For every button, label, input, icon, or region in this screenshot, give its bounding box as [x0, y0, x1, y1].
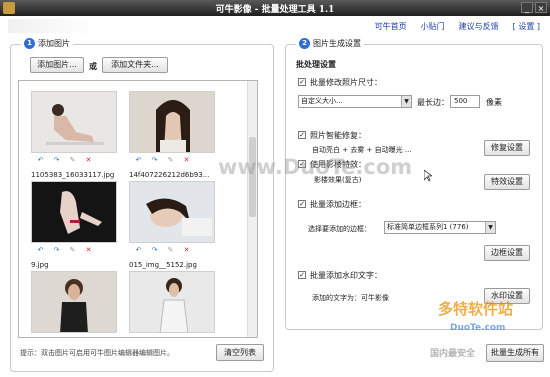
duote-watermark: www.DuoTe.com	[218, 155, 413, 179]
woman-sitting-photo-icon	[31, 91, 117, 153]
resize-mode-value: 自定义大小...	[301, 97, 343, 105]
delete-icon[interactable]: ✕	[183, 247, 190, 254]
add-frame-label: 批量添加边框：	[310, 200, 366, 209]
delete-icon[interactable]: ✕	[85, 247, 92, 254]
rotate-right-icon[interactable]: ↷	[151, 157, 158, 164]
smart-repair-desc: 自动亮白 + 去雾 + 自动曝光 ...	[312, 146, 412, 154]
panel-title-add-pictures: 添加图片	[38, 39, 70, 48]
long-edge-label: 最长边：	[417, 98, 449, 107]
long-edge-input[interactable]: 500	[450, 95, 480, 108]
top-links: 可牛首页 小贴门 建议与反馈 [ 设置 ]	[375, 21, 540, 32]
chevron-down-icon: ▼	[485, 222, 495, 233]
footer-watermark: 国内最安全	[430, 349, 476, 359]
thumbnail-tools: ↶ ↷ ✎ ✕	[135, 157, 190, 164]
resize-mode-select[interactable]: 自定义大小... ▼	[298, 95, 412, 108]
rotate-right-icon[interactable]: ↷	[53, 157, 60, 164]
thumbnail-filename: 14f407226212d6b93...	[129, 171, 210, 179]
repair-settings-button[interactable]: 修复设置	[484, 140, 530, 156]
thumbnail-grid: ↶ ↷ ✎ ✕ 1105383_16033117.jpg ↶ ↷ ✎ ✕ 14f…	[18, 80, 258, 338]
woman-posing-photo-icon	[129, 271, 215, 333]
thumbnail-tools: ↶ ↷ ✎ ✕	[37, 157, 92, 164]
rotate-left-icon[interactable]: ↶	[37, 157, 44, 164]
smart-repair-checkbox[interactable]: ✓	[298, 131, 306, 139]
link-tips[interactable]: 小贴门	[421, 21, 445, 32]
add-frame-checkbox[interactable]: ✓	[298, 200, 306, 208]
panel-header-1: 1 添加图片	[21, 38, 73, 49]
edit-icon[interactable]: ✎	[69, 157, 76, 164]
add-folder-button[interactable]: 添加文件夹...	[102, 57, 168, 73]
edit-icon[interactable]: ✎	[69, 247, 76, 254]
clear-list-button[interactable]: 清空列表	[216, 344, 264, 361]
woman-standing-photo-icon	[31, 271, 117, 333]
duote-logo-url: DuoTe.com	[450, 323, 506, 333]
delete-icon[interactable]: ✕	[85, 157, 92, 164]
rotate-left-icon[interactable]: ↶	[135, 157, 142, 164]
frame-select[interactable]: 标准简单边框系列1 (776) ▼	[384, 221, 496, 234]
smart-repair-label: 照片智能修复：	[310, 131, 366, 140]
watermark-text-label: 添加的文字为：可牛影像	[312, 294, 389, 302]
edit-icon[interactable]: ✎	[167, 247, 174, 254]
hint-text: 提示：双击图片可启用可牛图片编辑器编辑图片。	[20, 349, 174, 357]
blurred-logo-area	[8, 19, 98, 33]
window-title: 可牛影像 - 批量处理工具 1.1	[215, 5, 335, 15]
edit-icon[interactable]: ✎	[167, 157, 174, 164]
rotate-right-icon[interactable]: ↷	[53, 247, 60, 254]
pixel-unit-label: 像素	[486, 98, 502, 107]
hand-dark-photo-icon	[31, 181, 117, 243]
thumbnail-filename: 015_img__5152.jpg	[129, 261, 197, 269]
resize-label: 批量修改照片尺寸：	[310, 78, 382, 87]
woman-lying-photo-icon	[129, 181, 215, 243]
batch-settings-heading: 批处理设置	[296, 60, 336, 69]
thumbnail-filename: 1105383_16033117.jpg	[31, 171, 115, 179]
or-label: 或	[89, 62, 97, 71]
add-pictures-button[interactable]: 添加图片...	[30, 57, 84, 73]
cursor-icon	[424, 170, 432, 182]
link-home[interactable]: 可牛首页	[375, 21, 407, 32]
thumbnail-tools: ↶ ↷ ✎ ✕	[135, 247, 190, 254]
thumbnail-scrollbar[interactable]	[247, 81, 257, 337]
duote-logo-text: 多特软件站	[438, 300, 514, 318]
link-settings[interactable]: [ 设置 ]	[513, 21, 540, 32]
watermark-label: 批量添加水印文字：	[310, 271, 382, 280]
resize-checkbox[interactable]: ✓	[298, 78, 306, 86]
batch-generate-button[interactable]: 批量生成所有	[486, 344, 544, 362]
step-number-1: 1	[24, 38, 35, 49]
title-bar: 可牛影像 - 批量处理工具 1.1 _ ×	[0, 0, 550, 16]
woman-portrait-photo-icon	[129, 91, 215, 153]
rotate-left-icon[interactable]: ↶	[135, 247, 142, 254]
thumbnail-tools: ↶ ↷ ✎ ✕	[37, 247, 92, 254]
link-feedback[interactable]: 建议与反馈	[459, 21, 499, 32]
step-number-2: 2	[299, 38, 310, 49]
frame-settings-button[interactable]: 边框设置	[484, 245, 530, 261]
panel-header-2: 2 图片生成设置	[296, 38, 364, 49]
minimize-button[interactable]: _	[521, 2, 533, 13]
frame-select-value: 标准简单边框系列1 (776)	[387, 223, 469, 231]
rotate-left-icon[interactable]: ↶	[37, 247, 44, 254]
rotate-right-icon[interactable]: ↷	[151, 247, 158, 254]
choose-frame-label: 选择要添加的边框：	[308, 225, 371, 233]
panel-title-output-settings: 图片生成设置	[313, 39, 361, 48]
delete-icon[interactable]: ✕	[183, 157, 190, 164]
effects-settings-button[interactable]: 特效设置	[484, 174, 530, 190]
close-button[interactable]: ×	[535, 2, 547, 13]
watermark-checkbox[interactable]: ✓	[298, 271, 306, 279]
chevron-down-icon: ▼	[401, 96, 411, 107]
thumbnail-filename: 9.jpg	[31, 261, 49, 269]
